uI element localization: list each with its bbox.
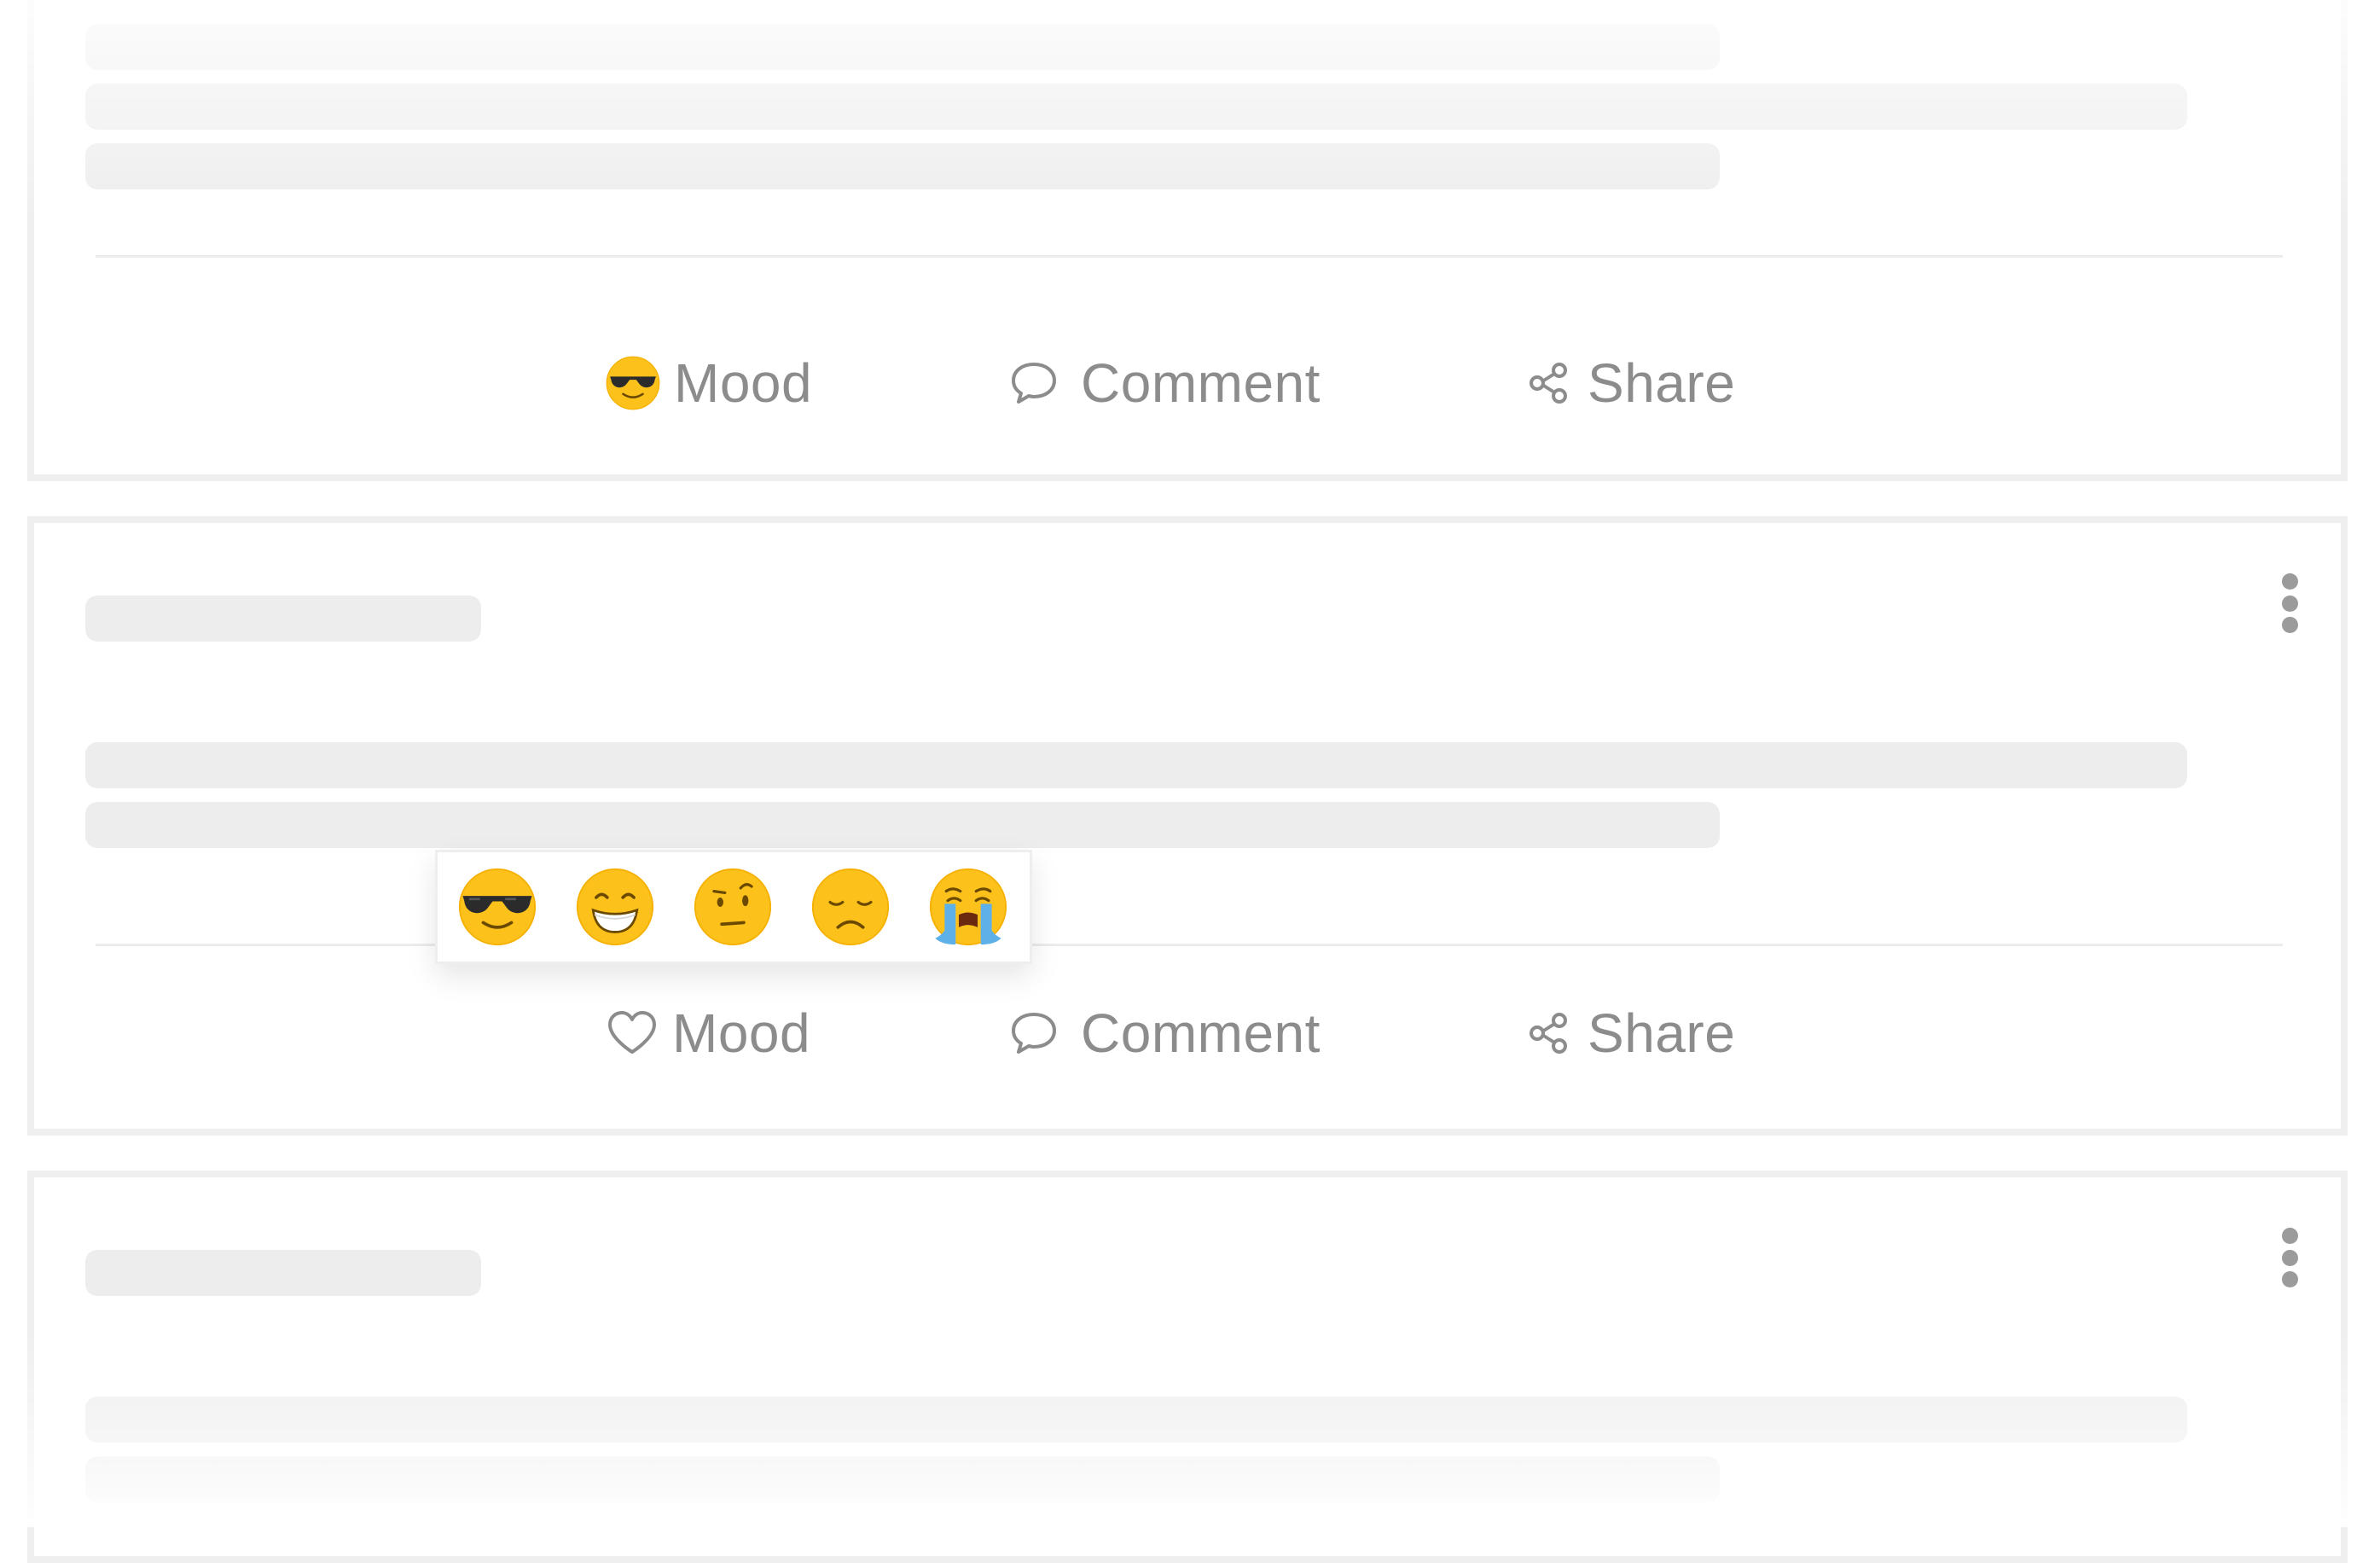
skeleton-text-line: [85, 24, 1720, 70]
frowning-emoji-icon[interactable]: [811, 868, 890, 946]
skeleton-text-line: [85, 84, 2187, 130]
skeleton-text-line: [85, 742, 2187, 788]
mood-button[interactable]: Mood: [606, 995, 810, 1072]
speech-bubble-icon: [1009, 1010, 1059, 1056]
comment-label: Comment: [1081, 352, 1321, 414]
comment-label: Comment: [1081, 1002, 1321, 1064]
more-options-icon[interactable]: [2281, 573, 2298, 633]
raised-eyebrow-emoji-icon[interactable]: [694, 868, 772, 946]
skeleton-author-line: [85, 596, 481, 642]
share-label: Share: [1588, 352, 1736, 414]
speech-bubble-icon: [1009, 360, 1059, 406]
comment-button[interactable]: Comment: [1009, 995, 1321, 1072]
grinning-emoji-icon[interactable]: [576, 868, 654, 946]
post-actions: Mood Comment Share: [34, 345, 2341, 421]
mood-button[interactable]: Mood: [606, 345, 812, 421]
mood-label: Mood: [674, 352, 813, 414]
share-label: Share: [1588, 1002, 1736, 1064]
mood-label: Mood: [672, 1002, 811, 1064]
card-divider: [96, 944, 2283, 946]
skeleton-text-line: [85, 143, 1720, 189]
skeleton-text-line: [85, 802, 1720, 848]
post-card: Mood Comment Share: [27, 0, 2348, 481]
post-card: Mood Comment Share: [27, 516, 2348, 1136]
sunglasses-emoji-icon[interactable]: [458, 868, 537, 946]
sunglasses-emoji-icon: [606, 356, 660, 410]
loudly-crying-emoji-icon[interactable]: [929, 868, 1007, 946]
mood-picker-popover: [435, 850, 1032, 964]
card-divider: [96, 255, 2283, 258]
heart-outline-icon: [606, 1009, 659, 1057]
share-button[interactable]: Share: [1528, 995, 1735, 1072]
more-options-icon[interactable]: [2281, 1228, 2298, 1287]
share-icon: [1528, 361, 1569, 405]
share-button[interactable]: Share: [1528, 345, 1735, 421]
share-icon: [1528, 1011, 1569, 1055]
skeleton-text-line: [85, 1397, 2187, 1443]
skeleton-text-line: [85, 1456, 1720, 1502]
post-card: [27, 1171, 2348, 1563]
skeleton-author-line: [85, 1250, 481, 1296]
post-actions: Mood Comment Share: [34, 995, 2341, 1072]
comment-button[interactable]: Comment: [1009, 345, 1321, 421]
